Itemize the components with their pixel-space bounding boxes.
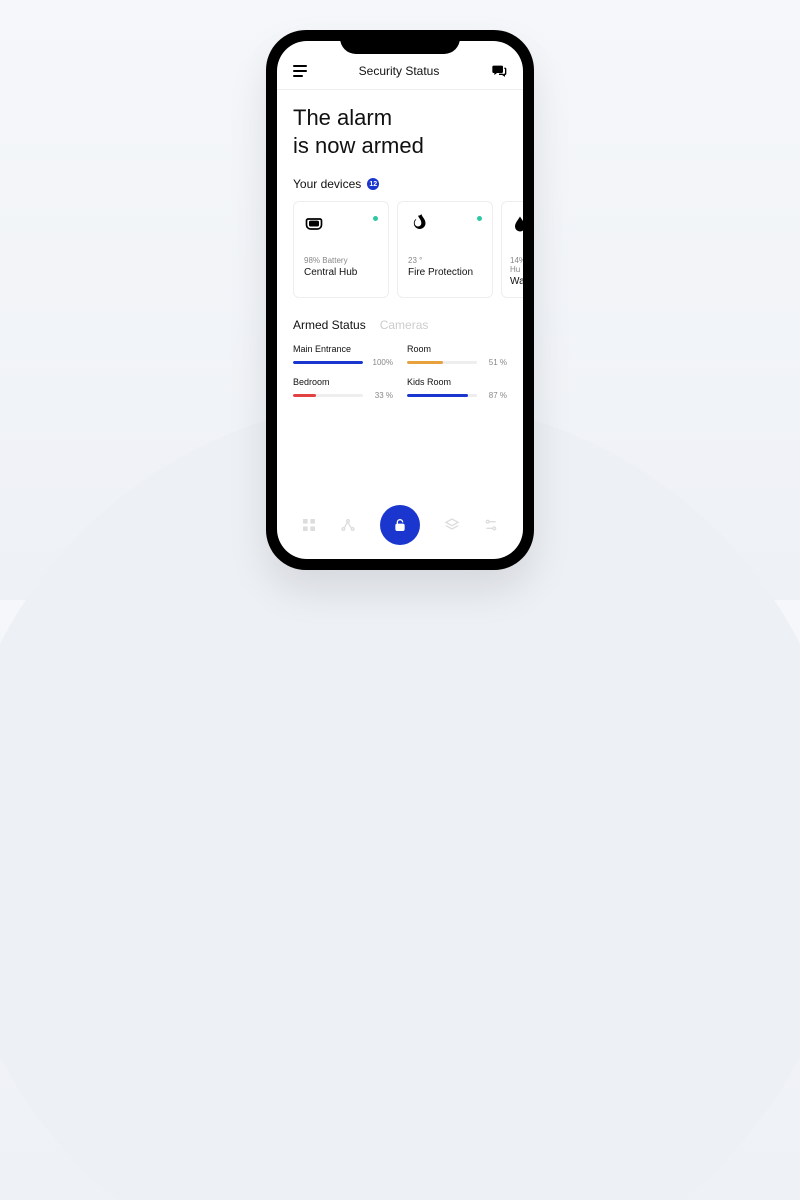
phone-notch — [340, 30, 460, 54]
progress-fill — [293, 361, 363, 364]
progress-track — [407, 361, 477, 364]
chat-icon[interactable] — [491, 63, 507, 79]
status-dot-icon — [373, 216, 378, 221]
status-tabs: Armed Status Cameras — [293, 318, 507, 332]
room-pct: 87 % — [483, 391, 507, 400]
device-sub: 98% Battery — [304, 256, 378, 265]
device-card-hub[interactable]: 98% Battery Central Hub — [293, 201, 389, 298]
nav-network-icon[interactable] — [340, 517, 356, 533]
nav-lock-button[interactable] — [380, 505, 420, 545]
hub-icon — [304, 212, 378, 236]
device-sub: 14% Hu — [510, 256, 523, 274]
room-kids[interactable]: Kids Room 87 % — [407, 377, 507, 400]
hero-line2: is now armed — [293, 132, 507, 160]
devices-title-text: Your devices — [293, 177, 361, 191]
progress-fill — [407, 361, 443, 364]
room-label: Main Entrance — [293, 344, 393, 354]
device-card-water[interactable]: 14% Hu Water — [501, 201, 523, 298]
devices-list[interactable]: 98% Battery Central Hub 23 ° Fire Protec… — [293, 201, 507, 298]
devices-count-badge: 12 — [367, 178, 379, 190]
nav-settings-icon[interactable] — [483, 517, 499, 533]
menu-icon[interactable] — [293, 65, 307, 77]
progress-track — [293, 361, 363, 364]
rooms-grid: Main Entrance 100% Room 51 % Bedroom — [293, 344, 507, 400]
room-label: Kids Room — [407, 377, 507, 387]
fire-icon — [408, 212, 482, 236]
status-dot-icon — [477, 216, 482, 221]
progress-fill — [407, 394, 468, 397]
header-title: Security Status — [359, 64, 440, 78]
progress-track — [293, 394, 363, 397]
nav-grid-icon[interactable] — [301, 517, 317, 533]
room-room[interactable]: Room 51 % — [407, 344, 507, 367]
water-drop-icon — [510, 212, 523, 236]
device-card-fire[interactable]: 23 ° Fire Protection — [397, 201, 493, 298]
device-name: Water — [510, 276, 523, 287]
app-screen: Security Status The alarm is now armed Y… — [277, 41, 523, 559]
room-pct: 51 % — [483, 358, 507, 367]
phone-frame: Security Status The alarm is now armed Y… — [266, 30, 534, 570]
room-pct: 33 % — [369, 391, 393, 400]
main-content: The alarm is now armed Your devices 12 9… — [277, 90, 523, 495]
device-name: Central Hub — [304, 267, 378, 278]
room-label: Bedroom — [293, 377, 393, 387]
hero-line1: The alarm — [293, 104, 507, 132]
tab-armed-status[interactable]: Armed Status — [293, 318, 366, 332]
hero-heading: The alarm is now armed — [293, 104, 507, 159]
bottom-nav — [277, 495, 523, 559]
device-sub: 23 ° — [408, 256, 482, 265]
room-bedroom[interactable]: Bedroom 33 % — [293, 377, 393, 400]
room-pct: 100% — [369, 358, 393, 367]
progress-track — [407, 394, 477, 397]
nav-layers-icon[interactable] — [444, 517, 460, 533]
room-main-entrance[interactable]: Main Entrance 100% — [293, 344, 393, 367]
tab-cameras[interactable]: Cameras — [380, 318, 429, 332]
room-label: Room — [407, 344, 507, 354]
device-name: Fire Protection — [408, 267, 482, 278]
devices-section-title: Your devices 12 — [293, 177, 507, 191]
progress-fill — [293, 394, 316, 397]
